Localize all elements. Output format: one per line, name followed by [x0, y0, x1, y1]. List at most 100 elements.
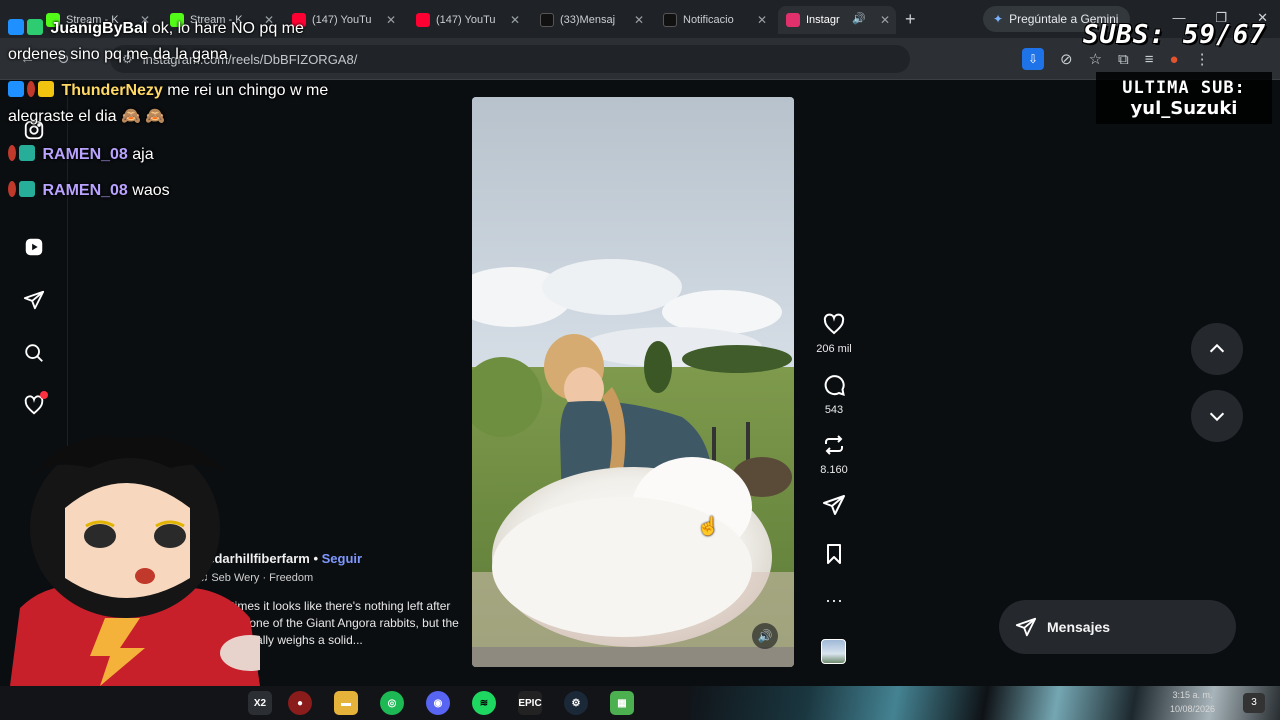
steam-icon[interactable]: ⚙ — [564, 691, 588, 715]
tab-tiktok[interactable]: (33)Mensaj ✕ — [532, 6, 650, 34]
eye-off-icon[interactable]: ⊘ — [1060, 50, 1073, 68]
reels-icon[interactable] — [22, 235, 46, 259]
screen: Stream - K ✕ Stream - K ✕ (147) YouTu ✕ (14… — [0, 0, 1280, 720]
close-icon[interactable]: ✕ — [634, 13, 644, 27]
x2-app-icon[interactable]: X2 — [248, 691, 272, 715]
more-options-icon[interactable]: ··· — [808, 590, 860, 610]
chat-message: JuanigByBal ok, lo hare NO pq me — [8, 16, 408, 42]
last-sub-title: ULTIMA SUB: — [1122, 78, 1246, 98]
taskbar: X2 ● ▬ ◎ ◉ ≋ EPIC ⚙ ▦ — [0, 686, 1280, 720]
comment-icon — [824, 375, 845, 396]
notification-dot — [40, 391, 48, 399]
follow-button[interactable]: Seguir — [322, 551, 362, 566]
chat-text: ordenes sino pq me da la gana — [8, 46, 228, 63]
install-app-icon[interactable]: ⇩ — [1022, 48, 1044, 70]
notifications-heart-icon[interactable] — [22, 391, 48, 417]
badge-icon — [8, 181, 16, 197]
new-tab-button[interactable]: + — [905, 9, 916, 30]
comment-button[interactable]: 543 — [808, 373, 860, 416]
file-explorer-icon[interactable]: ▬ — [334, 691, 358, 715]
chat-username: RAMEN_08 — [42, 182, 128, 199]
badge-icon — [8, 145, 16, 161]
badge-icon — [8, 19, 24, 35]
video-frame — [472, 97, 794, 667]
repost-icon — [825, 435, 843, 455]
badge-icon — [27, 19, 43, 35]
spotify-icon[interactable]: ≋ — [472, 691, 496, 715]
profile-icon[interactable]: ● — [1170, 51, 1179, 68]
reel-video[interactable]: 🔊 — [472, 97, 794, 667]
chat-message: ThunderNezy me rei un chingo w me — [8, 78, 408, 104]
speaker-icon[interactable]: 🔊 — [852, 12, 866, 25]
discord-icon[interactable]: ◉ — [426, 691, 450, 715]
previous-reel-button[interactable] — [1191, 323, 1243, 375]
tab-instagram[interactable]: Instagr 🔊 ✕ — [778, 6, 896, 34]
tab-label: (33)Mensaj — [560, 14, 616, 26]
badge-icon — [8, 81, 24, 97]
search-icon[interactable] — [22, 341, 46, 365]
extensions-icon[interactable]: ⧉ — [1118, 51, 1129, 68]
x-logo-icon — [663, 13, 677, 27]
tab-youtube-2[interactable]: (147) YouTu ✕ — [408, 6, 526, 34]
direct-icon — [1015, 617, 1037, 637]
close-icon[interactable]: ✕ — [757, 13, 767, 27]
obs-icon[interactable]: ● — [288, 691, 312, 715]
emote-icon: 🙈 🙈 — [120, 108, 166, 125]
messages-button[interactable]: Mensajes — [999, 600, 1236, 654]
chat-username: RAMEN_08 — [42, 146, 128, 163]
bookmark-star-icon[interactable]: ☆ — [1089, 50, 1102, 68]
chat-message-continued: ordenes sino pq me da la gana — [8, 42, 408, 68]
gemini-icon: ✦ — [993, 12, 1004, 26]
streamer-avatar — [10, 436, 260, 686]
crown-badge-icon — [38, 81, 54, 97]
chat-text: ok, lo hare NO pq me — [151, 20, 304, 37]
youtube-icon — [416, 13, 430, 27]
chat-message: RAMEN_08 aja — [8, 142, 408, 168]
xbox-icon[interactable]: ◎ — [380, 691, 404, 715]
menu-icon[interactable]: ⋮ — [1195, 50, 1210, 68]
clock-date: 10/08/2026 — [1170, 704, 1216, 714]
heart-icon — [823, 313, 845, 335]
media-control-icon[interactable]: ≡ — [1145, 51, 1154, 68]
minecraft-icon[interactable]: ▦ — [610, 691, 634, 715]
repost-button[interactable]: 8.160 — [808, 433, 860, 476]
messages-label: Mensajes — [1047, 619, 1111, 635]
chat-text: me rei un chingo w me — [167, 82, 329, 99]
badge-icon — [19, 145, 35, 161]
chat-text: aja — [132, 146, 154, 163]
chat-message-continued: alegraste el dia 🙈 🙈 — [8, 104, 408, 130]
close-icon[interactable]: ✕ — [880, 13, 890, 27]
notification-center-icon[interactable]: 3 — [1243, 693, 1265, 713]
audio-thumbnail[interactable] — [821, 639, 846, 664]
volume-icon[interactable]: 🔊 — [752, 623, 778, 649]
direct-icon[interactable] — [22, 288, 46, 312]
system-clock[interactable]: 3:15 a. m. 10/08/2026 — [1170, 688, 1215, 716]
chat-message: RAMEN_08 waos — [8, 178, 408, 204]
clock-time: 3:15 a. m. — [1172, 690, 1213, 700]
share-icon — [823, 495, 845, 515]
bookmark-icon — [827, 544, 841, 564]
share-button[interactable] — [808, 493, 860, 522]
instagram-icon — [786, 13, 800, 27]
chevron-up-icon — [1209, 343, 1225, 353]
tab-label: Instagr — [806, 14, 840, 26]
epic-games-icon[interactable]: EPIC — [518, 691, 542, 715]
tab-label: (147) YouTu — [436, 14, 496, 26]
last-sub-panel: ULTIMA SUB: yul_Suzuki — [1096, 72, 1272, 124]
chat-text: alegraste el dia — [8, 108, 117, 125]
save-button[interactable] — [808, 542, 860, 571]
chevron-down-icon — [1209, 412, 1225, 422]
close-icon[interactable]: ✕ — [510, 13, 520, 27]
next-reel-button[interactable] — [1191, 390, 1243, 442]
like-count: 206 mil — [816, 343, 852, 355]
chat-username: ThunderNezy — [61, 82, 163, 99]
extensions-row: ⇩ ⊘ ☆ ⧉ ≡ ● ⋮ — [1022, 48, 1210, 70]
tab-x[interactable]: Notificacio ✕ — [655, 6, 773, 34]
comment-count: 543 — [824, 404, 844, 416]
badge-icon — [19, 181, 35, 197]
like-button[interactable]: 206 mil — [808, 312, 860, 355]
hand-cursor-icon: ☝ — [697, 516, 720, 536]
chat-text: waos — [132, 182, 170, 199]
last-sub-name: yul_Suzuki — [1130, 98, 1238, 119]
subs-counter: SUBS: 59/67 — [1082, 20, 1266, 50]
